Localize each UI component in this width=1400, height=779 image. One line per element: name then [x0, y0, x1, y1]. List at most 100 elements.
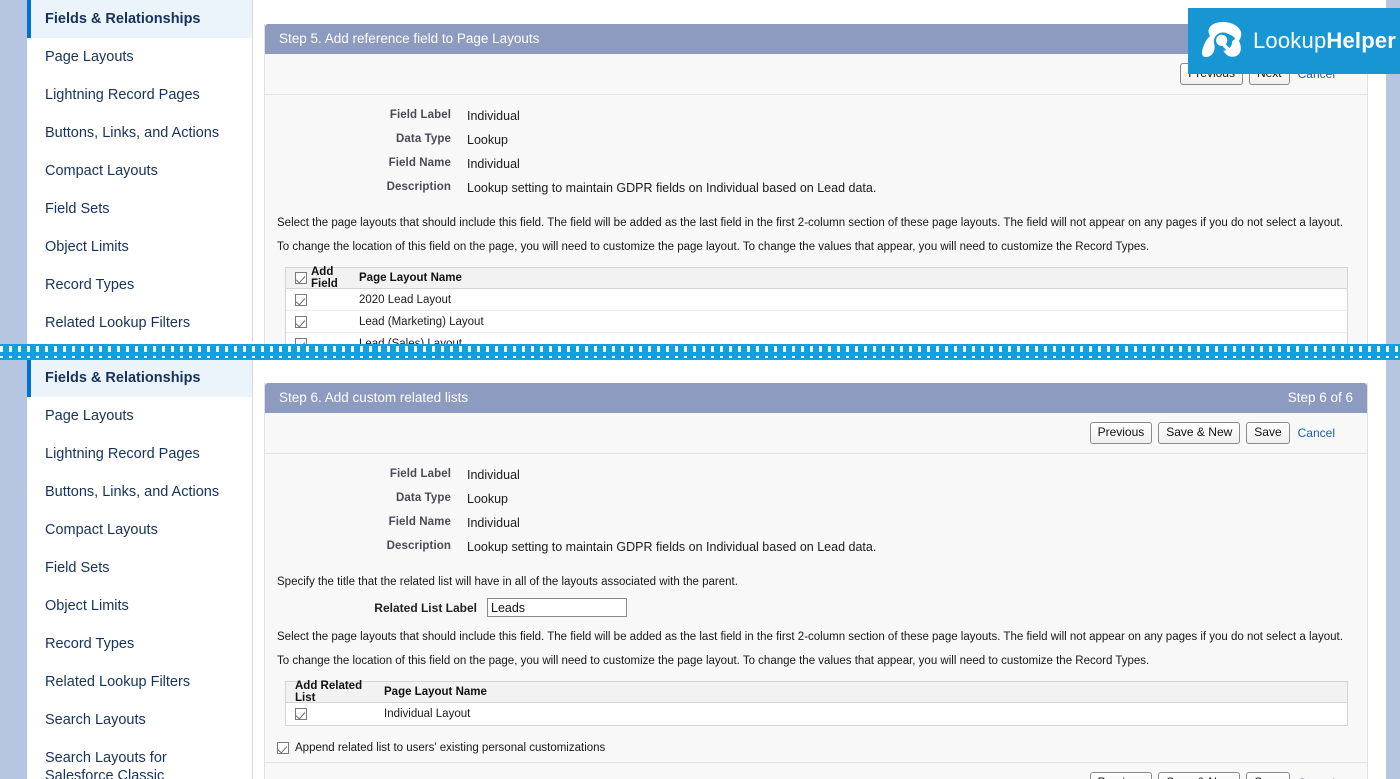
step6-add-related-list-header-label: Add Related List: [295, 680, 363, 704]
step6-previous-button[interactable]: Previous: [1089, 422, 1153, 444]
sidebar-item-lightning-record-pages[interactable]: Lightning Record Pages: [27, 435, 252, 473]
sidebar-item-label: Record Types: [45, 277, 135, 293]
sidebar-item-search-layouts[interactable]: Search Layouts: [27, 701, 252, 739]
step6-save-button[interactable]: Save: [1246, 422, 1290, 444]
field-summary-value: Lookup: [467, 133, 509, 147]
field-summary-label: Data Type: [395, 133, 451, 145]
step6-header-step: Step 6 of 6: [1287, 390, 1353, 405]
step6-page-layout-name-header: Page Layout Name: [384, 686, 487, 698]
field-summary-value: Individual: [467, 468, 520, 482]
field-summary-value: Lookup: [467, 492, 509, 506]
sidebar-item-compact-layouts[interactable]: Compact Layouts: [27, 152, 252, 190]
logo-wordmark: LookupHelper: [1253, 28, 1396, 54]
checkbox-icon[interactable]: [277, 742, 289, 754]
step5-paragraph-1: Select the page layouts that should incl…: [277, 217, 1343, 229]
right-page-gutter: [1386, 0, 1400, 779]
step6-header: Step 6. Add custom related lists Step 6 …: [265, 383, 1367, 413]
sidebar-item-page-layouts[interactable]: Page Layouts: [27, 397, 252, 435]
field-summary-label: Data Type: [395, 492, 451, 504]
sidebar-item-label: Lightning Record Pages: [45, 446, 200, 462]
step6-toolbar-top: Previous Save & New Save Cancel: [265, 413, 1367, 454]
screenshot-stage: Fields & Relationships Page Layouts Lightn…: [0, 0, 1400, 779]
sidebar-item-related-lookup-filters[interactable]: Related Lookup Filters: [27, 304, 252, 342]
step5-header-title: Step 5. Add reference field to Page Layo…: [279, 31, 540, 46]
sidebar-item-label: Page Layouts: [45, 408, 134, 424]
table-row[interactable]: Lead (Marketing) Layout: [286, 311, 1347, 333]
field-summary-value: Lookup setting to maintain GDPR fields o…: [467, 181, 877, 195]
sidebar-item-object-limits[interactable]: Object Limits: [27, 228, 252, 266]
step5-header-select-all[interactable]: Add Field: [286, 266, 351, 290]
sidebar-item-search-layouts-for-salesforce-classic[interactable]: Search Layouts for Salesforce Classic: [27, 739, 252, 779]
page-layout-name-cell: Individual Layout: [384, 708, 471, 720]
step5-paragraph-2: To change the location of this field on …: [277, 241, 1150, 253]
sidebar-item-buttons-links-and-actions[interactable]: Buttons, Links, and Actions: [27, 473, 252, 511]
page-layout-name-cell: Lead (Marketing) Layout: [359, 315, 484, 328]
screenshot-divider-stripe: [0, 344, 1400, 360]
field-summary-row: Field Label Individual: [265, 109, 1367, 123]
field-summary-label: Field Label: [389, 468, 451, 480]
step6-add-related-list-header: Add Related List: [286, 680, 376, 704]
step6-related-list-label-row: Related List Label: [265, 594, 1367, 625]
sidebar-item-buttons-links-and-actions[interactable]: Buttons, Links, and Actions: [27, 114, 252, 152]
sidebar-item-compact-layouts[interactable]: Compact Layouts: [27, 511, 252, 549]
sidebar-item-related-lookup-filters[interactable]: Related Lookup Filters: [27, 663, 252, 701]
sidebar-item-label: Field Sets: [45, 560, 110, 576]
related-list-label-input[interactable]: [487, 598, 627, 617]
logo-word-helper: Helper: [1326, 28, 1397, 53]
append-related-list-row[interactable]: Append related list to users' existing p…: [265, 732, 1367, 762]
step5-layout-table: Add Field Page Layout Name 2020 Lead Lay…: [285, 266, 1348, 345]
left-page-gutter: [0, 0, 27, 779]
sidebar-top: Fields & Relationships Page Layouts Lightn…: [27, 0, 253, 342]
lookup-magnifier-icon: [1202, 21, 1242, 58]
step6-save-button-bottom[interactable]: Save: [1246, 772, 1290, 779]
sidebar-item-fields-relationships[interactable]: Fields & Relationships: [27, 0, 252, 38]
checkbox-icon[interactable]: [295, 272, 307, 284]
step6-save-and-new-button-bottom[interactable]: Save & New: [1158, 772, 1241, 779]
field-summary-row: Description Lookup setting to maintain GD…: [265, 540, 1367, 554]
checkbox-icon[interactable]: [295, 708, 307, 720]
field-summary-row: Field Name Individual: [265, 516, 1367, 530]
sidebar-item-record-types[interactable]: Record Types: [27, 266, 252, 304]
field-summary-label: Description: [386, 540, 451, 552]
step6-header-title: Step 6. Add custom related lists: [279, 390, 469, 405]
logo-word-lookup: Lookup: [1253, 28, 1327, 53]
field-summary-label: Description: [386, 181, 451, 193]
field-summary-row: Data Type Lookup: [265, 133, 1367, 147]
sidebar-item-field-sets[interactable]: Field Sets: [27, 190, 252, 228]
sidebar-item-label: Compact Layouts: [45, 522, 158, 538]
field-summary-value: Individual: [467, 109, 520, 123]
lookuphelper-logo-banner: LookupHelper: [1188, 8, 1400, 74]
checkbox-icon[interactable]: [295, 315, 307, 328]
sidebar-item-field-sets[interactable]: Field Sets: [27, 549, 252, 587]
screenshot-pane-step6: Fields & Relationships Page Layouts Lightn…: [0, 359, 1400, 779]
sidebar-item-label: Fields & Relationships: [45, 370, 201, 386]
step5-field-summary: Field Label Individual Data Type Lookup Fiel…: [265, 95, 1367, 211]
step6-previous-button-bottom[interactable]: Previous: [1089, 772, 1153, 779]
row-checkbox-cell[interactable]: [286, 315, 351, 328]
checkbox-icon[interactable]: [295, 293, 307, 306]
step6-paragraph-1: Select the page layouts that should incl…: [277, 631, 1343, 643]
step6-save-and-new-button[interactable]: Save & New: [1158, 422, 1241, 444]
sidebar-item-fields-relationships[interactable]: Fields & Relationships: [27, 359, 252, 397]
sidebar-item-label: Fields & Relationships: [45, 11, 201, 27]
row-checkbox-cell[interactable]: [286, 708, 376, 720]
field-summary-row: Description Lookup setting to maintain GD…: [265, 181, 1367, 195]
sidebar-item-lightning-record-pages[interactable]: Lightning Record Pages: [27, 76, 252, 114]
step6-body: Previous Save & New Save Cancel Field La…: [265, 413, 1367, 779]
step5-add-field-header-label: Add Field: [311, 266, 338, 290]
sidebar-item-page-layouts[interactable]: Page Layouts: [27, 38, 252, 76]
sidebar-item-object-limits[interactable]: Object Limits: [27, 587, 252, 625]
sidebar-item-label: Buttons, Links, and Actions: [45, 484, 220, 500]
step6-table-header-row: Add Related List Page Layout Name: [286, 680, 1347, 704]
sidebar-item-label: Object Limits: [45, 598, 129, 614]
table-row[interactable]: 2020 Lead Layout: [286, 289, 1347, 311]
field-summary-label: Field Name: [388, 516, 451, 528]
sidebar-item-label: Search Layouts for Salesforce Classic: [45, 750, 167, 779]
field-summary-value: Individual: [467, 157, 520, 171]
row-checkbox-cell[interactable]: [286, 293, 351, 306]
step6-related-list-intro: Specify the title that the related list …: [277, 576, 738, 588]
page-layout-name-cell: 2020 Lead Layout: [359, 293, 452, 306]
step6-cancel-link[interactable]: Cancel: [1296, 426, 1337, 440]
table-row[interactable]: Individual Layout: [286, 703, 1347, 725]
sidebar-item-record-types[interactable]: Record Types: [27, 625, 252, 663]
